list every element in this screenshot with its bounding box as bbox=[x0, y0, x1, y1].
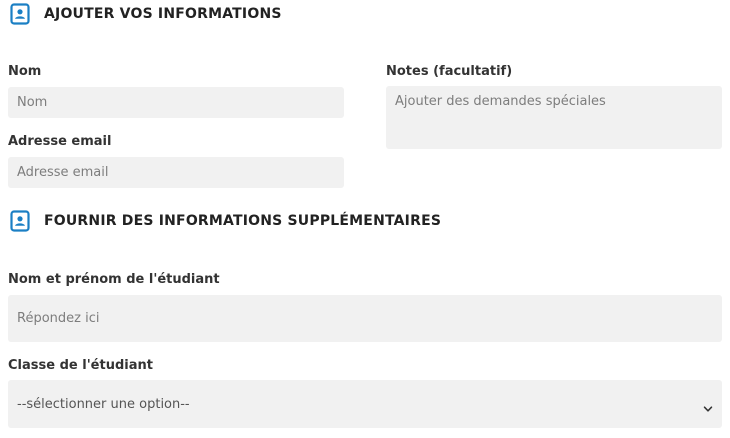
student-class-select[interactable]: --sélectionner une option-- bbox=[8, 380, 722, 428]
email-label: Adresse email bbox=[8, 134, 112, 149]
section-header-your-info: AJOUTER VOS INFORMATIONS bbox=[10, 3, 282, 25]
select-value: --sélectionner une option-- bbox=[17, 396, 190, 412]
section-header-additional-info: FOURNIR DES INFORMATIONS SUPPLÉMENTAIRES bbox=[10, 210, 441, 232]
name-label: Nom bbox=[8, 64, 42, 79]
name-input[interactable] bbox=[8, 87, 344, 118]
section-title: FOURNIR DES INFORMATIONS SUPPLÉMENTAIRES bbox=[44, 213, 442, 229]
student-name-label: Nom et prénom de l'étudiant bbox=[8, 272, 220, 287]
notes-label: Notes (facultatif) bbox=[386, 64, 513, 79]
student-class-label: Classe de l'étudiant bbox=[8, 358, 153, 373]
contact-book-icon bbox=[10, 3, 30, 25]
notes-textarea[interactable] bbox=[386, 86, 722, 149]
student-name-input[interactable] bbox=[8, 295, 722, 342]
section-title: AJOUTER VOS INFORMATIONS bbox=[44, 6, 282, 22]
email-input[interactable] bbox=[8, 157, 344, 188]
contact-book-icon bbox=[10, 210, 30, 232]
chevron-down-icon bbox=[703, 399, 713, 412]
